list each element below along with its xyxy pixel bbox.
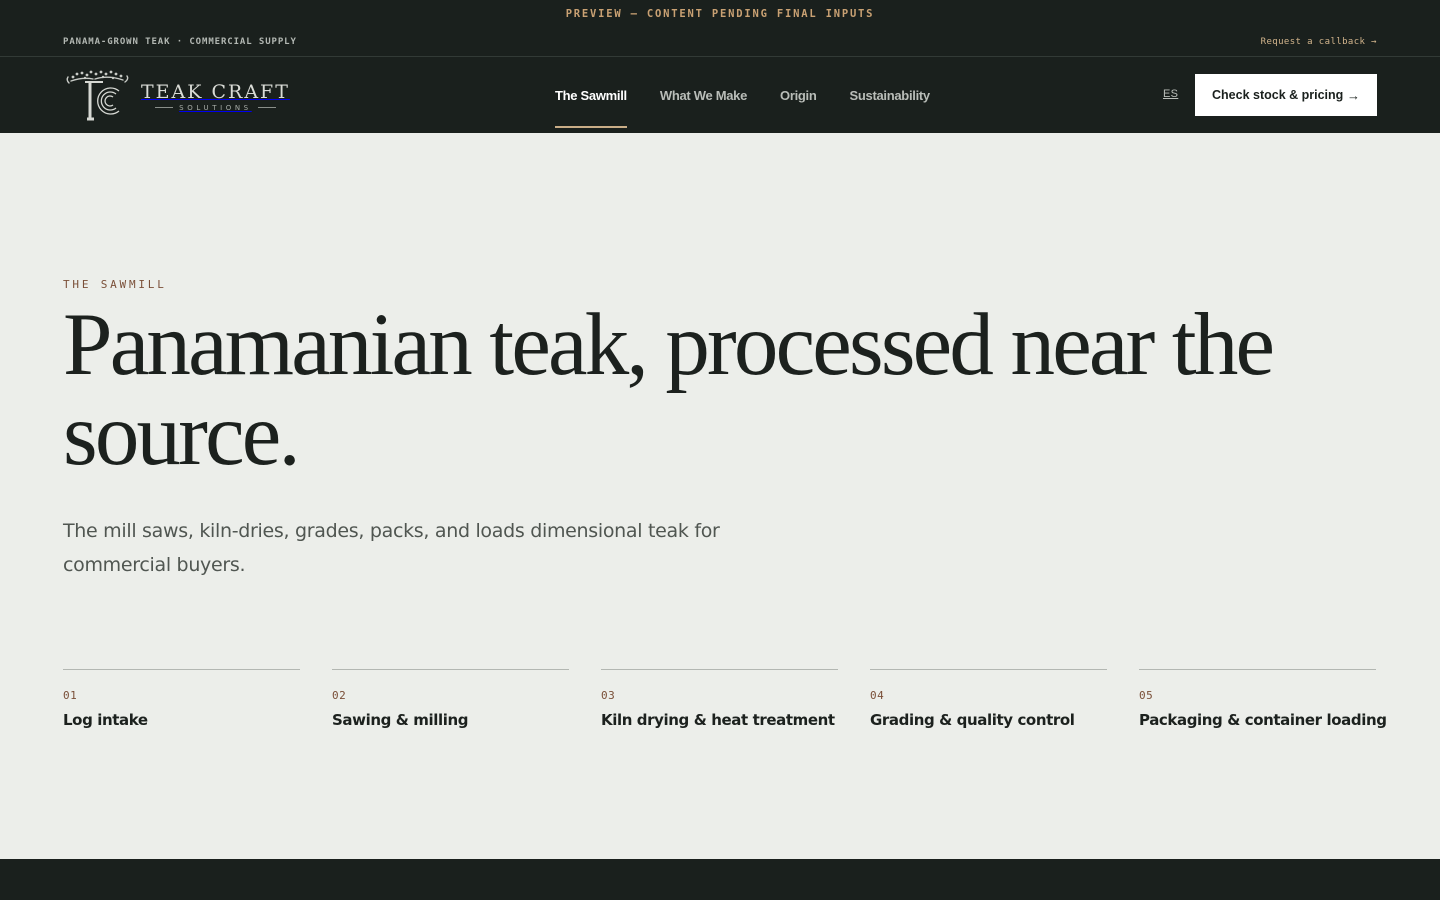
tree-roundel-icon bbox=[66, 70, 129, 121]
step-title: Kiln drying & heat treatment bbox=[601, 711, 835, 729]
step-item: 04 Grading & quality control bbox=[870, 669, 1107, 729]
logo-wordmark: TEAK CRAFT SOLUTIONS bbox=[141, 81, 290, 112]
step-title: Packaging & container loading bbox=[1139, 711, 1387, 729]
step-number: 01 bbox=[63, 689, 78, 702]
primary-nav: The Sawmill What We Make Origin Sustaina… bbox=[555, 57, 930, 133]
language-switch[interactable]: ES bbox=[1163, 88, 1178, 100]
step-item: 02 Sawing & milling bbox=[332, 669, 569, 729]
step-number: 05 bbox=[1139, 689, 1154, 702]
main-navbar: TEAK CRAFT SOLUTIONS The Sawmill What We… bbox=[0, 57, 1440, 133]
step-number: 02 bbox=[332, 689, 347, 702]
hero-lede: The mill saws, kiln-dries, grades, packs… bbox=[63, 520, 720, 576]
step-number: 03 bbox=[601, 689, 616, 702]
logo-sub: SOLUTIONS bbox=[179, 103, 252, 112]
logo-name: TEAK CRAFT bbox=[141, 80, 290, 103]
nav-item-what-we-make[interactable]: What We Make bbox=[660, 57, 747, 133]
utility-tagline: PANAMA-GROWN TEAK · COMMERCIAL SUPPLY bbox=[63, 37, 297, 47]
logo-rule-right bbox=[257, 107, 276, 108]
step-title: Sawing & milling bbox=[332, 711, 469, 729]
arrow-right-icon: → bbox=[1347, 87, 1360, 103]
preview-banner-text: PREVIEW — CONTENT PENDING FINAL INPUTS bbox=[565, 8, 875, 20]
logo-rule-left bbox=[155, 107, 174, 108]
nav-item-sustainability[interactable]: Sustainability bbox=[850, 57, 931, 133]
step-title: Grading & quality control bbox=[870, 711, 1075, 729]
step-number: 04 bbox=[870, 689, 885, 702]
footer-section bbox=[0, 859, 1440, 900]
step-item: 05 Packaging & container loading bbox=[1139, 669, 1387, 729]
logo-subline: SOLUTIONS bbox=[155, 104, 276, 112]
step-title: Log intake bbox=[63, 711, 148, 729]
step-item: 03 Kiln drying & heat treatment bbox=[601, 669, 838, 729]
preview-banner: PREVIEW — CONTENT PENDING FINAL INPUTS bbox=[0, 0, 1440, 28]
check-stock-label: Check stock & pricing bbox=[1212, 88, 1344, 102]
nav-item-the-sawmill[interactable]: The Sawmill bbox=[555, 57, 627, 133]
hero-eyebrow: THE SAWMILL bbox=[63, 278, 167, 291]
utility-bar: PANAMA-GROWN TEAK · COMMERCIAL SUPPLY Re… bbox=[0, 28, 1440, 57]
process-steps: 01 Log intake 02 Sawing & milling 03 Kil… bbox=[63, 669, 1387, 729]
step-item: 01 Log intake bbox=[63, 669, 300, 729]
nav-item-origin[interactable]: Origin bbox=[780, 57, 817, 133]
check-stock-button[interactable]: Check stock & pricing → bbox=[1195, 74, 1377, 116]
site-logo[interactable]: TEAK CRAFT SOLUTIONS bbox=[63, 69, 293, 123]
hero-title: Panamanian teak, processed near the sour… bbox=[63, 296, 1275, 484]
request-callback-link[interactable]: Request a callback → bbox=[1261, 37, 1377, 47]
